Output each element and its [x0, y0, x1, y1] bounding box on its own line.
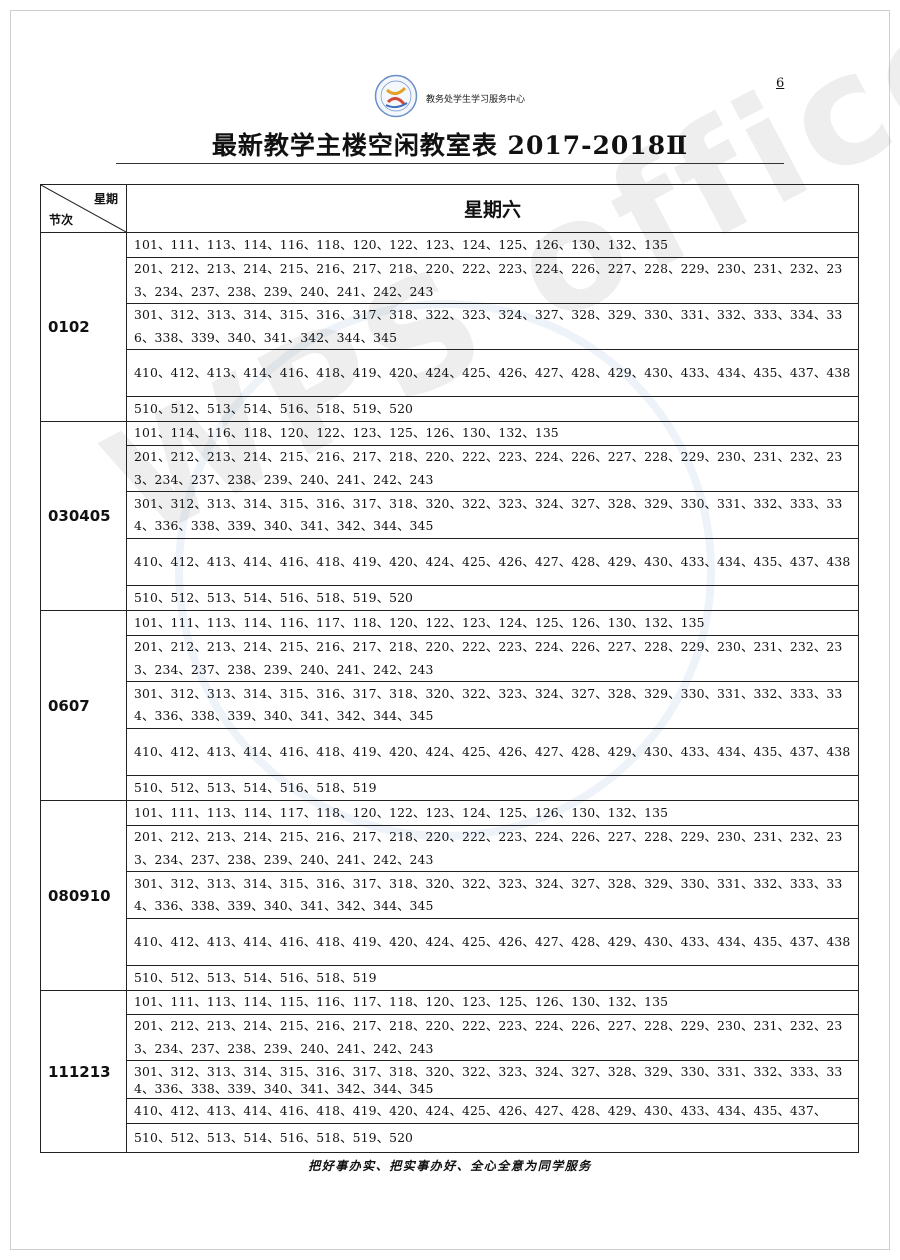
table-header-row: 星期 节次 星期六: [40, 184, 859, 233]
period-label: 111213: [40, 990, 127, 1153]
room-list-cell: 301、312、313、314、315、316、317、318、320、322、…: [126, 681, 859, 729]
room-list-cell: 201、212、213、214、215、216、217、218、220、222、…: [126, 445, 859, 492]
org-logo-icon: [374, 74, 418, 118]
table-row: 410、412、413、414、416、418、419、420、424、425、…: [41, 728, 859, 776]
room-list-cell: 201、212、213、214、215、216、217、218、220、222、…: [126, 257, 859, 304]
room-list-cell: 510、512、513、514、516、518、519、520: [126, 1123, 859, 1153]
room-list-cell: 510、512、513、514、516、518、519、520: [126, 585, 859, 611]
room-list-cell: 201、212、213、214、215、216、217、218、220、222、…: [126, 825, 859, 872]
header-corner-cell: 星期 节次: [40, 184, 127, 233]
table-row: 510、512、513、514、516、518、519、520: [41, 396, 859, 422]
room-list-cell: 410、412、413、414、416、418、419、420、424、425、…: [126, 918, 859, 966]
room-list-cell: 101、111、113、114、115、116、117、118、120、123、…: [126, 990, 859, 1015]
table-row: 301、312、313、314、315、316、317、318、320、322、…: [41, 681, 859, 729]
table-row: 510、512、513、514、516、518、519: [41, 965, 859, 991]
period-label: 0102: [40, 232, 127, 422]
table-row: 080910 101、111、113、114、117、118、120、122、12…: [40, 800, 859, 991]
table-row: 201、212、213、214、215、216、217、218、220、222、…: [41, 825, 859, 872]
table-row: 410、412、413、414、416、418、419、420、424、425、…: [41, 918, 859, 966]
page-number: 6: [776, 76, 785, 91]
room-list-cell: 101、111、113、114、116、117、118、120、122、123、…: [126, 610, 859, 636]
room-list-cell: 301、312、313、314、315、316、317、318、320、322、…: [126, 1060, 859, 1099]
table-row: 510、512、513、514、516、518、519、520: [41, 585, 859, 611]
page-title: 最新教学主楼空闲教室表 2017-2018Ⅱ: [211, 131, 689, 160]
table-row: 301、312、313、314、315、316、317、318、320、322、…: [41, 871, 859, 919]
table-row: 510、512、513、514、516、518、519、520: [41, 1123, 859, 1153]
org-name: 教务处学生学习服务中心: [426, 95, 526, 105]
table-row: 410、412、413、414、416、418、419、420、424、425、…: [41, 1098, 859, 1124]
period-label: 0607: [40, 610, 127, 801]
room-list-cell: 101、111、113、114、117、118、120、122、123、124、…: [126, 800, 859, 826]
room-list-cell: 301、312、313、314、315、316、317、318、320、322、…: [126, 491, 859, 539]
room-list-cell: 101、111、113、114、116、118、120、122、123、124、…: [126, 232, 859, 258]
table-row: 410、412、413、414、416、418、419、420、424、425、…: [41, 349, 859, 397]
table-row: 301、312、313、314、315、316、317、318、320、322、…: [41, 1060, 859, 1099]
header-weekday-label: 星期: [93, 192, 118, 206]
header-period-label: 节次: [49, 213, 74, 227]
room-list-cell: 410、412、413、414、416、418、419、420、424、425、…: [126, 538, 859, 586]
period-label: 080910: [40, 800, 127, 991]
table-row: 201、212、213、214、215、216、217、218、220、222、…: [41, 257, 859, 304]
table-row: 510、512、513、514、516、518、519: [41, 775, 859, 801]
footer-slogan: 把好事办实、把实事办好、全心全意为同学服务: [308, 1159, 592, 1173]
slot-body: 0102 101、111、113、114、116、118、120、122、123、…: [40, 232, 859, 1153]
table-row: 301、312、313、314、315、316、317、318、320、322、…: [41, 491, 859, 539]
table-row: 030405 101、114、116、118、120、122、123、125、12…: [40, 421, 859, 611]
room-list-cell: 301、312、313、314、315、316、317、318、322、323、…: [126, 303, 859, 350]
table-row: 201、212、213、214、215、216、217、218、220、222、…: [41, 635, 859, 682]
table-row: 111213 101、111、113、114、115、116、117、118、12…: [40, 990, 859, 1153]
day-header: 星期六: [126, 184, 859, 233]
title-underline: [116, 163, 784, 164]
table-row: 301、312、313、314、315、316、317、318、322、323、…: [41, 303, 859, 350]
room-list-cell: 410、412、413、414、416、418、419、420、424、425、…: [126, 728, 859, 776]
table-row: 201、212、213、214、215、216、217、218、220、222、…: [41, 445, 859, 492]
room-list-cell: 201、212、213、214、215、216、217、218、220、222、…: [126, 635, 859, 682]
free-classroom-table: 星期 节次 星期六 0102 101、111、113、114、116、118、12…: [40, 184, 859, 1153]
room-list-cell: 410、412、413、414、416、418、419、420、424、425、…: [126, 349, 859, 397]
table-row: 0102 101、111、113、114、116、118、120、122、123、…: [40, 232, 859, 422]
table-row: 201、212、213、214、215、216、217、218、220、222、…: [41, 1014, 859, 1061]
room-list-cell: 410、412、413、414、416、418、419、420、424、425、…: [126, 1098, 859, 1124]
room-list-cell: 101、114、116、118、120、122、123、125、126、130、…: [126, 421, 859, 446]
table-row: 0607 101、111、113、114、116、117、118、120、122、…: [40, 610, 859, 801]
room-list-cell: 510、512、513、514、516、518、519、520: [126, 396, 859, 422]
room-list-cell: 510、512、513、514、516、518、519: [126, 775, 859, 801]
room-list-cell: 201、212、213、214、215、216、217、218、220、222、…: [126, 1014, 859, 1061]
period-label: 030405: [40, 421, 127, 611]
room-list-cell: 301、312、313、314、315、316、317、318、320、322、…: [126, 871, 859, 919]
table-row: 410、412、413、414、416、418、419、420、424、425、…: [41, 538, 859, 586]
room-list-cell: 510、512、513、514、516、518、519: [126, 965, 859, 991]
